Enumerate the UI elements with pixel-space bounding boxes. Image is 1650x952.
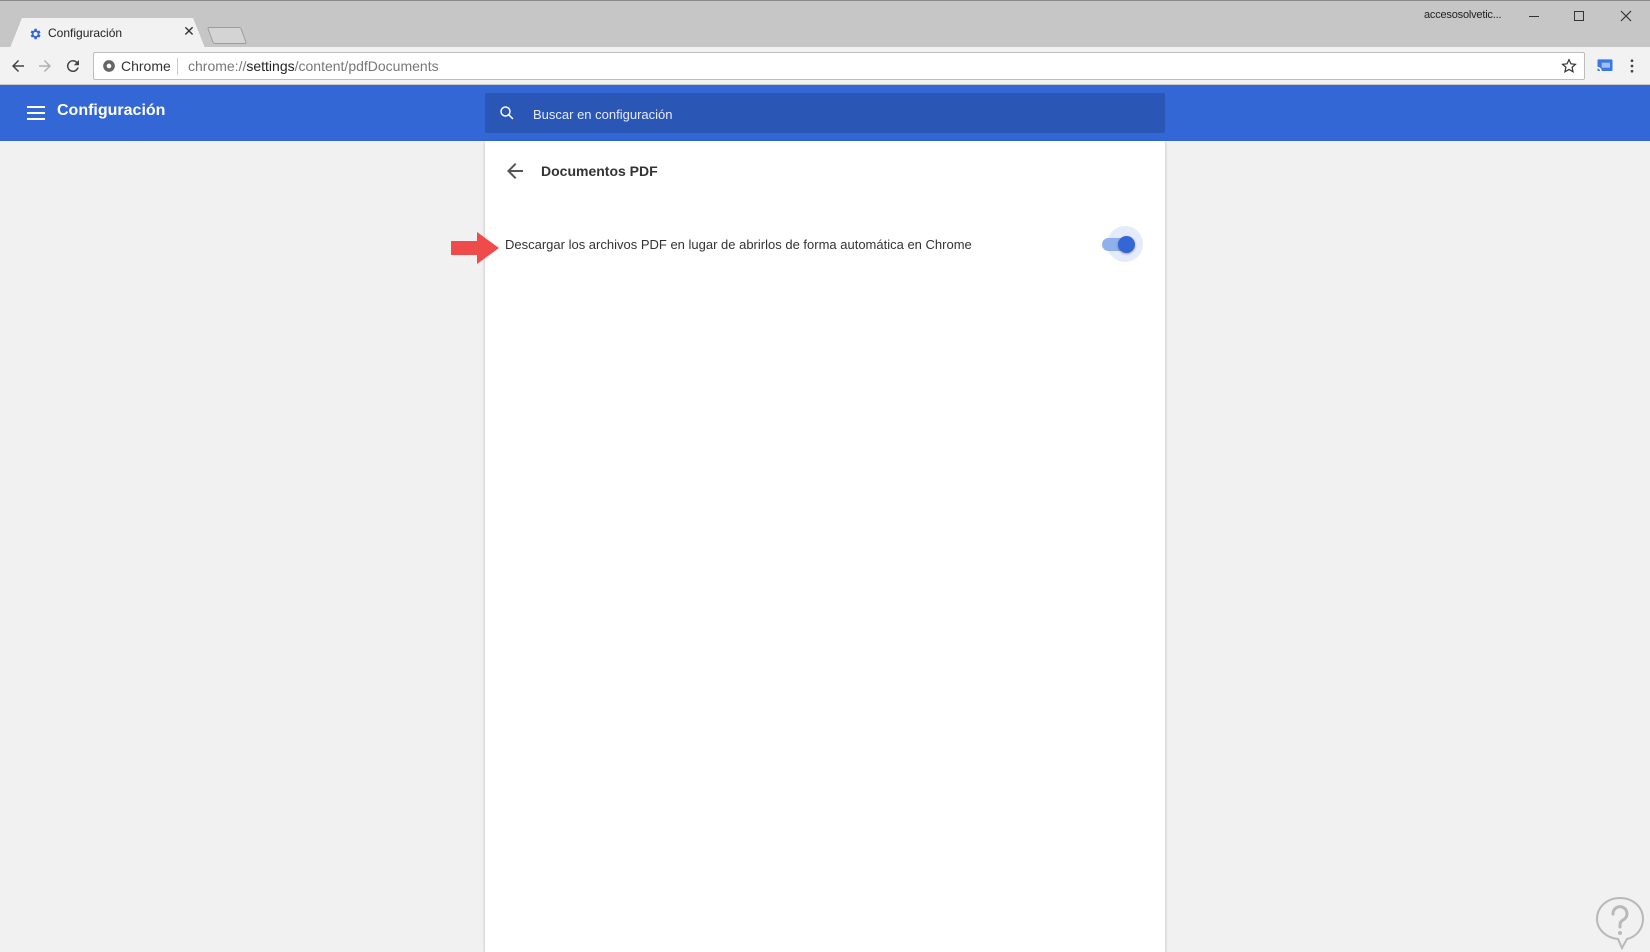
maximize-icon xyxy=(1573,11,1584,21)
search-input[interactable] xyxy=(531,93,1155,135)
address-bar[interactable]: Chrome chrome://settings/content/pdfDocu… xyxy=(93,52,1585,80)
page-title: Configuración xyxy=(57,102,166,119)
search-icon xyxy=(500,106,514,120)
settings-header: Configuración xyxy=(0,85,1650,141)
settings-card: Documentos PDF Descargar los archivos PD… xyxy=(485,141,1165,952)
subpage-title: Documentos PDF xyxy=(541,163,658,179)
pdf-download-toggle[interactable] xyxy=(1102,226,1143,262)
cast-button[interactable] xyxy=(1593,54,1617,78)
back-button[interactable] xyxy=(6,54,30,78)
arrow-back-icon[interactable] xyxy=(503,159,527,183)
tab-title: Configuración xyxy=(48,26,123,40)
profile-name[interactable]: accesosolvetic... xyxy=(1424,9,1502,21)
url-path: /content/pdfDocuments xyxy=(294,58,439,74)
cast-icon xyxy=(1597,59,1613,71)
secure-icon xyxy=(103,60,115,72)
close-window-icon xyxy=(1620,10,1631,22)
tab-configuracion[interactable]: Configuración ✕ xyxy=(10,18,205,48)
pdf-download-setting-label: Descargar los archivos PDF en lugar de a… xyxy=(505,237,972,252)
window-close-button[interactable] xyxy=(1603,1,1648,31)
settings-search[interactable] xyxy=(485,93,1165,135)
more-vert-icon xyxy=(1630,59,1634,73)
back-arrow-icon xyxy=(12,60,24,72)
reload-button[interactable] xyxy=(61,54,85,78)
minimize-icon xyxy=(1528,16,1539,17)
new-tab-button[interactable] xyxy=(206,27,248,44)
forward-button[interactable] xyxy=(33,54,57,78)
gear-icon xyxy=(30,28,41,40)
forward-arrow-icon xyxy=(39,60,51,72)
url-scheme: chrome:// xyxy=(188,58,247,74)
minimize-button[interactable] xyxy=(1511,1,1556,31)
url-text[interactable]: chrome://settings/content/pdfDocuments xyxy=(188,58,439,74)
help-watermark-icon xyxy=(1595,896,1645,950)
hamburger-menu-icon[interactable] xyxy=(24,101,48,125)
security-chip: Chrome xyxy=(121,58,171,74)
annotation-arrow-icon xyxy=(451,232,499,264)
browser-titlebar: Configuración ✕ accesosolvetic... xyxy=(0,0,1650,48)
more-menu-button[interactable] xyxy=(1620,54,1644,78)
close-icon[interactable]: ✕ xyxy=(182,24,196,38)
omnibox-separator xyxy=(177,58,178,75)
toggle-knob xyxy=(1118,236,1135,253)
reload-icon xyxy=(66,60,79,73)
star-icon[interactable] xyxy=(1560,57,1578,75)
url-host: settings xyxy=(246,58,295,74)
browser-toolbar: Chrome chrome://settings/content/pdfDocu… xyxy=(0,47,1650,85)
maximize-button[interactable] xyxy=(1556,1,1601,31)
